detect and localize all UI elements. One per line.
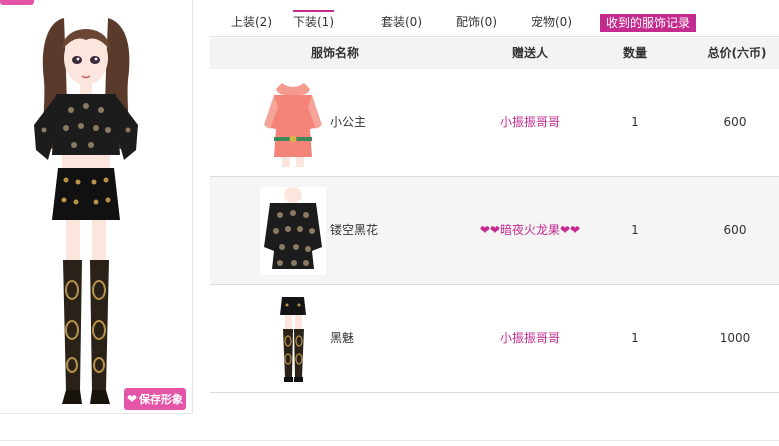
giver-link[interactable]: 小振振哥哥: [450, 69, 610, 176]
pink-blouse-icon: [260, 79, 326, 167]
item-quantity: 1: [631, 223, 639, 237]
header-giver: 赠送人: [511, 46, 548, 60]
item-price: 600: [723, 115, 747, 129]
header-item-name: 服饰名称: [310, 46, 359, 60]
table-header: 服饰名称 赠送人 数量 总价(六币): [210, 38, 779, 69]
table-row: 镂空黑花 ❤❤暗夜火龙果❤❤ 1 600: [210, 177, 779, 285]
header-total-price: 总价(六币): [707, 46, 767, 60]
black-skirt-boots-icon: [260, 295, 326, 383]
item-price: 1000: [719, 331, 751, 345]
tab-received-records[interactable]: 收到的服饰记录: [600, 14, 697, 32]
item-name: 镂空黑花: [330, 223, 379, 237]
black-lace-top-icon: [260, 187, 326, 275]
table-row: 小公主 小振振哥哥 1 600: [210, 69, 779, 177]
tab-bottoms[interactable]: 下装(1): [293, 10, 334, 32]
tab-pets[interactable]: 宠物(0): [531, 12, 572, 32]
item-name: 黑魅: [330, 331, 355, 345]
category-tabs: 上装(2) 下装(1) 套装(0) 配饰(0) 宠物(0) 收到的服饰记录: [210, 10, 779, 37]
table-row: 黑魅 小振振哥哥 1 1000: [210, 285, 779, 393]
tab-sets[interactable]: 套装(0): [381, 12, 422, 32]
item-quantity: 1: [631, 115, 639, 129]
giver-link[interactable]: ❤❤暗夜火龙果❤❤: [450, 177, 610, 284]
header-quantity: 数量: [622, 46, 647, 60]
bottom-divider: [0, 440, 779, 441]
save-avatar-button[interactable]: ❤ 保存形象: [124, 388, 186, 410]
avatar-panel: ❤ 保存形象: [0, 0, 193, 414]
tab-tops[interactable]: 上装(2): [231, 12, 272, 32]
avatar-figure-icon: [34, 18, 138, 404]
item-price: 600: [723, 223, 747, 237]
item-quantity: 1: [631, 331, 639, 345]
giver-link[interactable]: 小振振哥哥: [450, 285, 610, 392]
heart-icon: ❤: [126, 392, 138, 406]
tab-accessories[interactable]: 配饰(0): [456, 12, 497, 32]
top-pink-tab: [0, 0, 34, 5]
item-name: 小公主: [330, 115, 367, 129]
save-avatar-label: 保存形象: [139, 393, 184, 406]
